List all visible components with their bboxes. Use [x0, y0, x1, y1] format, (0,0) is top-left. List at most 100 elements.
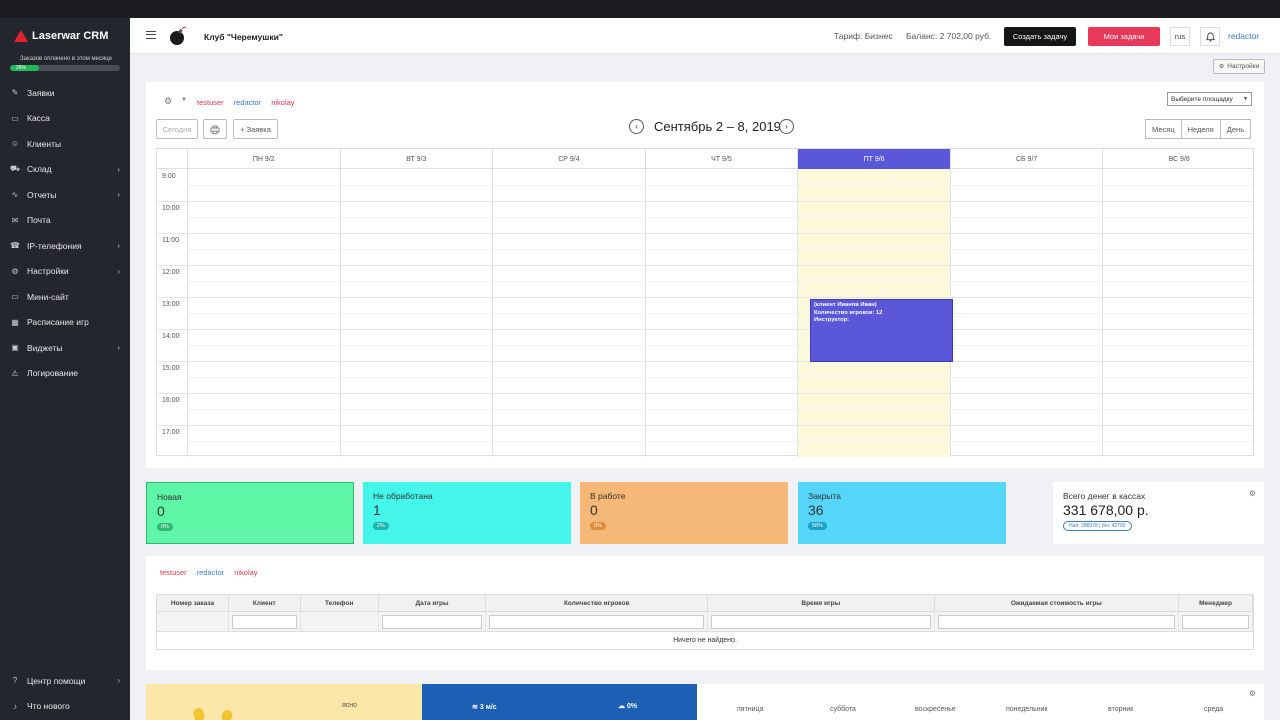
- sidebar-item-calendar[interactable]: ▦ Расписание игр: [0, 310, 130, 336]
- print-button[interactable]: [203, 119, 227, 139]
- orders-filter-row: [157, 612, 1253, 632]
- column-filter-input[interactable]: [381, 614, 483, 629]
- page-settings-label: Настройки: [1227, 63, 1260, 70]
- orders-table-header: Номер заказа Клиент Телефон Дата игры Количе…: [157, 595, 1253, 612]
- current-user-link[interactable]: redactor: [1228, 31, 1259, 41]
- sidebar-item-phone[interactable]: ☎ IP-телефония ›: [0, 233, 130, 259]
- wind-speed: ≋ 3 м/с: [472, 703, 497, 711]
- sidebar-item-users[interactable]: ☺ Клиенты: [0, 131, 130, 157]
- day-header[interactable]: ПН 9/2: [187, 149, 340, 169]
- orders-table: Номер заказа Клиент Телефон Дата игры Количе…: [156, 594, 1254, 650]
- column-header[interactable]: Ожидаемая стоимость игры: [935, 595, 1180, 611]
- cash-breakdown-badge: Нал: 288978 | б/н: 42700: [1063, 521, 1132, 531]
- column-header[interactable]: Клиент: [229, 595, 301, 611]
- day-header[interactable]: ПТ 9/6: [797, 149, 950, 169]
- sidebar-item-chart[interactable]: ∿ Отчеты ›: [0, 182, 130, 208]
- chevron-left-icon: ‹: [635, 122, 638, 131]
- notifications-button[interactable]: [1200, 27, 1220, 46]
- view-day-button[interactable]: День: [1219, 119, 1252, 139]
- sidebar-bottom-nav: ? Центр помощи › ♪ Что нового: [0, 668, 130, 719]
- prev-week-button[interactable]: ‹: [629, 119, 644, 134]
- sidebar-item-label: Склад: [27, 164, 52, 175]
- status-card[interactable]: Не обработана 1 2%: [363, 482, 571, 544]
- sidebar-item-label: Центр помощи: [27, 675, 86, 686]
- status-card[interactable]: В работе 0 0%: [580, 482, 788, 544]
- sidebar-item-bell[interactable]: ♪ Что нового: [0, 694, 130, 720]
- column-filter-input[interactable]: [711, 614, 931, 629]
- time-label: 17:00: [162, 429, 180, 436]
- sidebar-item-help[interactable]: ? Центр помощи ›: [0, 668, 130, 694]
- hour-line: [157, 361, 1253, 362]
- user-filter-link[interactable]: redactor: [234, 98, 262, 107]
- orders-card: testuser redactor nikolay Номер заказа Клие…: [146, 556, 1264, 670]
- status-label: Не обработана: [373, 491, 433, 501]
- forecast-day: среда: [1204, 706, 1224, 713]
- calendar-settings-gear-icon[interactable]: ⚙: [164, 96, 172, 107]
- day-header[interactable]: СР 9/4: [492, 149, 645, 169]
- day-header[interactable]: ВС 9/8: [1102, 149, 1255, 169]
- user-filter-link[interactable]: testuser: [197, 98, 224, 107]
- status-percent-badge: 0%: [157, 523, 173, 531]
- sidebar-item-cart[interactable]: ⛟ Склад ›: [0, 157, 130, 183]
- page-settings-button[interactable]: ⚙ Настройки: [1213, 59, 1265, 74]
- time-label: 9:00: [162, 173, 176, 180]
- column-filter-input[interactable]: [231, 614, 297, 629]
- wind-icon: ≋: [472, 704, 480, 711]
- column-header[interactable]: Номер заказа: [157, 595, 229, 611]
- user-filter-link[interactable]: testuser: [160, 568, 187, 577]
- view-week-button[interactable]: Неделя: [1180, 119, 1221, 139]
- today-button[interactable]: Сегодня: [156, 119, 198, 139]
- settings-icon: ⚙: [1218, 64, 1225, 70]
- chevron-right-icon: ›: [785, 122, 788, 131]
- view-month-button[interactable]: Месяц: [1145, 119, 1182, 139]
- sidebar-item-widget[interactable]: ▣ Виджеты ›: [0, 335, 130, 361]
- sidebar-item-mail[interactable]: ✉ Почта: [0, 208, 130, 234]
- venue-select[interactable]: Выберите площадку ▼: [1167, 92, 1252, 106]
- column-filter-input[interactable]: [937, 614, 1176, 629]
- sidebar-item-edit[interactable]: ✎ Заявки: [0, 80, 130, 106]
- day-header[interactable]: ВТ 9/3: [339, 149, 493, 169]
- forecast-day: понедельник: [1006, 706, 1048, 713]
- new-request-button[interactable]: + Заявка: [233, 119, 278, 139]
- column-header[interactable]: Телефон: [301, 595, 379, 611]
- column-header[interactable]: Дата игры: [379, 595, 487, 611]
- language-selector[interactable]: rus: [1170, 27, 1190, 46]
- status-card[interactable]: Новая 0 0%: [146, 482, 354, 544]
- sidebar-item-label: Касса: [27, 113, 50, 124]
- column-filter-input[interactable]: [1182, 614, 1249, 629]
- sidebar-item-warning[interactable]: ⚠ Логирование: [0, 361, 130, 387]
- calendar-event[interactable]: (клиент Иванов Иван) Количество игроков:…: [810, 299, 953, 362]
- bell-icon: ♪: [13, 701, 17, 711]
- status-card[interactable]: Закрыта 36 58%: [798, 482, 1006, 544]
- sidebar-item-label: Расписание игр: [27, 317, 89, 328]
- column-header[interactable]: Менеджер: [1179, 595, 1253, 611]
- weather-condition-panel: ясно: [146, 684, 422, 720]
- create-task-button[interactable]: Создать задачу: [1004, 27, 1076, 46]
- hour-line: [157, 297, 1253, 298]
- user-filter-link[interactable]: nikolay: [234, 568, 257, 577]
- status-percent-badge: 2%: [373, 522, 389, 530]
- sidebar-item-gear[interactable]: ⚙ Настройки ›: [0, 259, 130, 285]
- half-hour-line: [187, 345, 1253, 346]
- day-header[interactable]: ЧТ 9/5: [644, 149, 798, 169]
- user-filter-link[interactable]: redactor: [197, 568, 225, 577]
- next-week-button[interactable]: ›: [779, 119, 794, 134]
- filter-cell: [301, 612, 379, 631]
- app-logo[interactable]: Laserwar CRM: [14, 30, 108, 42]
- widget-icon: ▣: [11, 343, 19, 353]
- user-filter-link[interactable]: nikolay: [271, 98, 294, 107]
- weather-gear-icon[interactable]: ⚙: [1249, 689, 1256, 698]
- column-header[interactable]: Время игры: [708, 595, 935, 611]
- my-tasks-button[interactable]: Мои задачи: [1088, 27, 1160, 46]
- half-hour-line: [187, 409, 1253, 410]
- menu-toggle-icon[interactable]: [146, 31, 156, 39]
- column-filter-input[interactable]: [489, 614, 704, 629]
- day-header[interactable]: СБ 9/7: [949, 149, 1103, 169]
- sidebar-item-monitor[interactable]: ▭ Мини-сайт: [0, 284, 130, 310]
- cash-card-gear-icon[interactable]: ⚙: [1249, 489, 1256, 498]
- column-header[interactable]: Количество игроков: [486, 595, 708, 611]
- sidebar-nav: ✎ Заявки ▭ Касса ☺ Клиенты ⛟ Склад › ∿ Отчеты › ✉ Поч…: [0, 80, 130, 386]
- calendar-settings-caret-icon[interactable]: ▼: [181, 97, 187, 103]
- sidebar-item-cash[interactable]: ▭ Касса: [0, 106, 130, 132]
- filter-cell: [229, 612, 301, 631]
